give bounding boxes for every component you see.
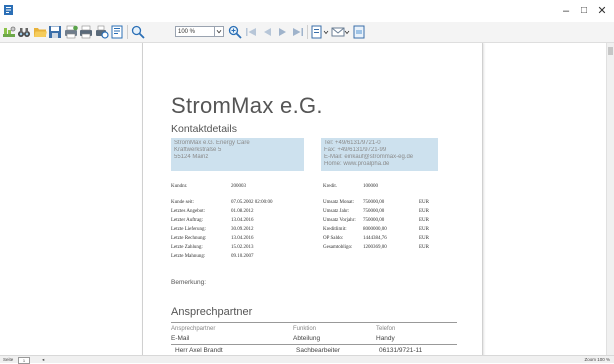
field-label: Gesamtobligo: — [323, 245, 353, 250]
field-value: 30.09.2012 — [231, 227, 254, 232]
field-label: Umsatz Jahr: — [323, 209, 350, 214]
address-line: StromMax e.G. Energy Care — [174, 140, 250, 146]
save-icon[interactable] — [48, 25, 62, 39]
first-page-icon[interactable] — [244, 25, 258, 39]
app-icon — [4, 5, 13, 15]
zoom-dropdown-chevron-icon[interactable] — [215, 26, 224, 37]
field-label: Letzte Rechnung: — [171, 236, 207, 241]
zoom-icon[interactable] — [131, 25, 145, 39]
ansprechpartner-heading: Ansprechpartner — [171, 306, 253, 318]
minimize-button[interactable]: – — [558, 4, 574, 18]
next-page-icon[interactable] — [276, 25, 290, 39]
email-dropdown-chevron-icon[interactable] — [344, 25, 350, 39]
report-viewport[interactable]: StromMax e.G. Kontaktdetails StromMax e.… — [0, 43, 606, 355]
binoculars-icon[interactable] — [17, 25, 31, 39]
field-value: 8000000,00 — [363, 227, 387, 232]
status-bar: Seite 1 ◂ Zoom 100 % — [0, 355, 614, 364]
export-dropdown-chevron-icon[interactable] — [323, 25, 329, 39]
field-unit: EUR — [419, 200, 429, 205]
field-value: 13.04.2016 — [231, 218, 254, 223]
contact-abteilung: Sachbearbeiter — [296, 347, 341, 354]
divider — [171, 322, 457, 323]
address-box: StromMax e.G. Energy Care Kraftwerkstraß… — [171, 138, 304, 171]
field-label: Kreditlimit: — [323, 227, 347, 232]
maximize-button[interactable]: □ — [576, 4, 592, 18]
kontaktdetails-heading: Kontaktdetails — [171, 123, 237, 135]
field-label: OP Saldo: — [323, 236, 344, 241]
field-label: Letzte Mahnung: — [171, 254, 206, 259]
field-unit: EUR — [419, 218, 429, 223]
last-page-icon[interactable] — [291, 25, 305, 39]
bemerkung-label: Bemerkung: — [171, 279, 207, 286]
column-header-funktion: Funktion — [293, 326, 317, 332]
column-header-telefon: Telefon — [376, 326, 396, 332]
contact-info-box: Tel: +49/6131/9721-0 Fax: +49/6131/9721-… — [321, 138, 438, 171]
field-label: Letzter Auftrag: — [171, 218, 204, 223]
zoom-status: Zoom 100 % — [584, 357, 610, 362]
field-unit: EUR — [419, 227, 429, 232]
column-header-ansprechpartner: Ansprechpartner — [171, 326, 216, 332]
contact-info-line: Home: www.proalpha.de — [324, 161, 390, 167]
field-value: 07.05.2002 02:00:00 — [231, 200, 273, 205]
column-header-handy: Handy — [376, 335, 395, 342]
field-label: Letztes Angebot: — [171, 209, 206, 214]
zoom-input[interactable]: 100 % — [175, 26, 215, 37]
company-title: StromMax e.G. — [171, 93, 323, 118]
contact-info-line: Tel: +49/6131/9721-0 — [324, 140, 381, 146]
field-label: Umsatz Vorjahr: — [323, 218, 356, 223]
print-preview-icon[interactable] — [95, 25, 109, 39]
field-value: 750000,00 — [363, 209, 385, 214]
page-nav-icon[interactable]: ◂ — [42, 356, 44, 363]
field-unit: EUR — [419, 236, 429, 241]
field-value: 01.08.2012 — [231, 209, 254, 214]
previous-page-icon[interactable] — [260, 25, 274, 39]
contact-info-line: E-Mail: einkauf@strommax-eg.de — [324, 154, 414, 160]
field-value: 15.02.2013 — [231, 245, 254, 250]
close-button[interactable]: ✕ — [594, 4, 610, 18]
report-page: StromMax e.G. Kontaktdetails StromMax e.… — [142, 43, 483, 355]
contact-info-line: Fax: +49/6131/9721-99 — [324, 147, 387, 153]
column-header-abteilung: Abteilung — [293, 335, 321, 342]
print-settings-icon[interactable] — [64, 25, 78, 39]
field-value: 09.10.2007 — [231, 254, 254, 259]
title-bar: – □ ✕ — [0, 0, 614, 22]
field-value: 750000,00 — [363, 200, 385, 205]
export-icon[interactable] — [310, 25, 324, 39]
search-icon[interactable] — [2, 25, 16, 39]
toolbar-separator — [307, 25, 308, 39]
field-label: Letzte Lieferung: — [171, 227, 206, 232]
field-unit: EUR — [419, 209, 429, 214]
field-value: 1444384,76 — [363, 236, 387, 241]
watermark-icon[interactable] — [352, 25, 366, 39]
field-label: Kunde seit: — [171, 200, 194, 205]
toolbar: 100 % — [0, 22, 614, 43]
zoom-in-icon[interactable] — [228, 25, 242, 39]
scrollbar-thumb[interactable] — [608, 47, 613, 55]
address-line: Kraftwerkstraße 5 — [174, 147, 222, 153]
field-label: Umsatz Monat: — [323, 200, 354, 205]
field-value: 13.04.2016 — [231, 236, 254, 241]
address-line: 55124 Mainz — [174, 154, 209, 160]
kreditor-label: Kredit. — [323, 184, 338, 189]
field-value: 750000,00 — [363, 218, 385, 223]
kundnr-label: Kundnr. — [171, 184, 188, 189]
open-folder-icon[interactable] — [33, 25, 47, 39]
page-label: Seite — [3, 357, 14, 362]
field-unit: EUR — [419, 245, 429, 250]
kundnr-value: 200003 — [231, 184, 246, 189]
page-setup-icon[interactable] — [110, 25, 124, 39]
email-icon[interactable] — [331, 25, 345, 39]
printer-icon[interactable] — [79, 25, 93, 39]
kreditor-value: 100000 — [363, 184, 378, 189]
divider — [171, 344, 457, 345]
field-label: Letzte Zahlung: — [171, 245, 203, 250]
column-header-email: E-Mail — [171, 335, 190, 342]
field-value: 1200369,00 — [363, 245, 387, 250]
contact-telefon: 06131/9721-11 — [379, 347, 423, 354]
toolbar-separator — [127, 25, 128, 39]
vertical-scrollbar[interactable] — [606, 43, 614, 355]
contact-name: Herr Axel Brandt — [175, 347, 223, 354]
